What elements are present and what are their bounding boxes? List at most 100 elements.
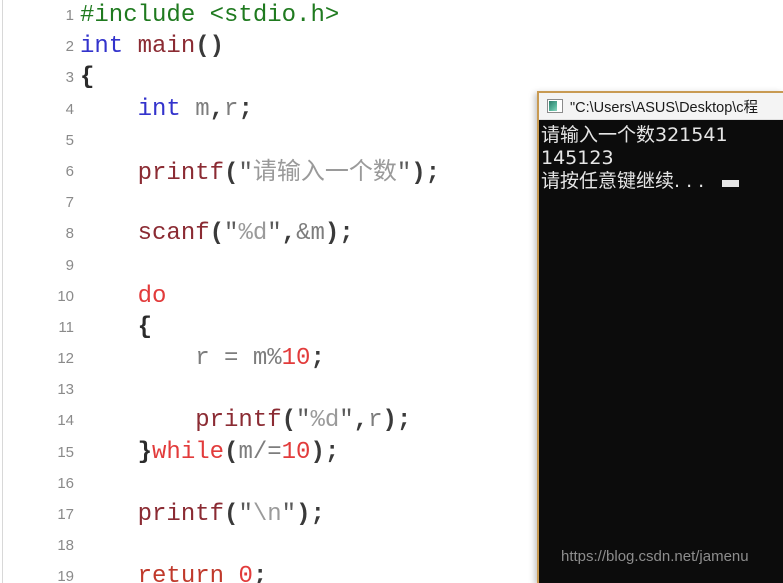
- line-number: 12: [57, 350, 74, 368]
- code-token: int: [137, 95, 181, 123]
- console-titlebar[interactable]: "C:\Users\ASUS\Desktop\c程: [539, 93, 783, 120]
- console-window[interactable]: "C:\Users\ASUS\Desktop\c程 请输入一个数321541 14…: [537, 91, 783, 583]
- console-cursor: [722, 180, 740, 187]
- code-token: scanf: [137, 220, 210, 248]
- code-token: {: [80, 64, 95, 92]
- code-token: printf: [137, 501, 225, 528]
- code-text: #include <stdio.h>: [80, 0, 339, 31]
- code-token: ): [310, 438, 325, 466]
- code-text: {: [80, 62, 94, 93]
- code-token: (: [224, 159, 239, 187]
- code-text: printf("请输入一个数");: [80, 156, 440, 189]
- line-number: 14: [57, 412, 74, 430]
- code-token: ,: [209, 95, 225, 123]
- code-token: (: [224, 438, 239, 466]
- code-token: r: [368, 407, 383, 435]
- code-token: &m: [296, 220, 325, 248]
- line-number: 4: [65, 100, 74, 118]
- code-token: %d: [238, 220, 268, 248]
- code-token: 10: [281, 345, 311, 373]
- code-token: ): [382, 407, 397, 435]
- code-text: {: [80, 312, 152, 343]
- code-token: ": [238, 159, 253, 187]
- code-token: ": [224, 220, 239, 248]
- code-token: m/=: [238, 438, 282, 466]
- code-token: ": [296, 407, 311, 435]
- code-text: int m,r;: [80, 94, 253, 125]
- code-token: \n: [252, 501, 282, 528]
- line-number: 5: [65, 131, 74, 149]
- console-output-line: 145123: [541, 147, 614, 169]
- line-number: 7: [65, 194, 74, 212]
- code-token: ": [396, 159, 412, 187]
- code-text: return 0;: [80, 561, 268, 583]
- code-token: ;: [310, 501, 325, 528]
- code-token: ": [281, 501, 297, 528]
- code-token: ": [339, 407, 354, 435]
- code-token: printf: [137, 159, 225, 187]
- code-token: ;: [396, 407, 412, 435]
- code-token: (): [195, 33, 225, 61]
- code-token: return: [137, 563, 225, 583]
- code-token: ;: [324, 438, 340, 466]
- code-token: do: [137, 282, 167, 310]
- code-token: <stdio.h>: [209, 2, 340, 29]
- line-number: 13: [57, 381, 74, 399]
- code-token: ,: [281, 220, 297, 248]
- code-token: }: [137, 438, 153, 466]
- code-line[interactable]: 2 int main(): [0, 31, 783, 62]
- code-token: int: [80, 33, 124, 61]
- console-title-text: "C:\Users\ASUS\Desktop\c程: [570, 99, 759, 116]
- line-number: 2: [65, 38, 74, 56]
- code-token: ;: [310, 345, 325, 373]
- code-token: 0: [238, 563, 253, 583]
- code-token: (: [224, 501, 239, 528]
- code-token: ;: [425, 159, 441, 187]
- line-number: 9: [65, 256, 74, 274]
- console-output-line: 请输入一个数321541: [541, 124, 728, 146]
- console-output-lines: 请输入一个数321541 145123 请按任意键继续. . .: [541, 124, 783, 193]
- line-number: 8: [65, 225, 74, 243]
- console-output-line: 请按任意键继续. . .: [541, 170, 783, 193]
- code-token: m: [195, 95, 210, 123]
- code-token: printf: [195, 407, 282, 435]
- code-token: ;: [339, 220, 354, 248]
- code-token: main: [137, 33, 196, 61]
- code-token: ": [238, 501, 253, 528]
- code-token: r = m%: [195, 345, 282, 373]
- line-number: 19: [57, 568, 74, 583]
- code-token: ): [324, 220, 340, 248]
- code-token: (: [209, 220, 225, 248]
- line-number: 15: [57, 443, 74, 461]
- code-text: do: [80, 281, 167, 312]
- code-token: {: [137, 313, 153, 341]
- line-number: 16: [57, 474, 74, 492]
- line-number: 11: [58, 318, 74, 336]
- watermark-text: https://blog.csdn.net/jamenu: [561, 548, 749, 565]
- code-text: r = m%10;: [80, 343, 325, 374]
- code-token: while: [152, 438, 225, 466]
- code-text: scanf("%d",&m);: [80, 218, 354, 249]
- line-number: 6: [65, 162, 74, 180]
- console-output-area[interactable]: 请输入一个数321541 145123 请按任意键继续. . . https://b…: [539, 120, 783, 583]
- code-token: %d: [310, 407, 340, 435]
- code-line[interactable]: 3{: [0, 62, 783, 93]
- line-number: 17: [57, 506, 74, 523]
- line-number: 1: [65, 7, 74, 24]
- code-text: printf("\n");: [80, 499, 325, 530]
- code-token: ;: [252, 563, 268, 583]
- code-token: ): [411, 159, 426, 187]
- code-token: ,: [353, 407, 369, 435]
- code-line[interactable]: 1 #include <stdio.h>: [0, 0, 783, 31]
